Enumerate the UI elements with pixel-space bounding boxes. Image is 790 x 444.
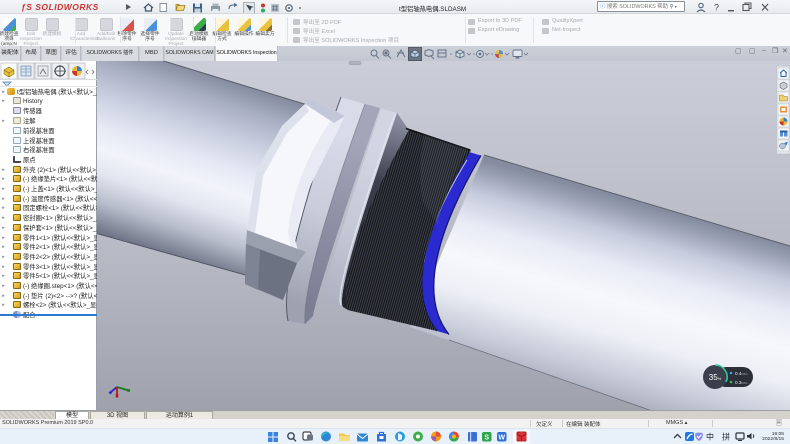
svg-text:W: W: [498, 435, 505, 442]
svg-text:0.3KB/s: 0.3KB/s: [735, 380, 748, 385]
svg-text:?: ?: [714, 3, 719, 13]
svg-text:0.4KB/s: 0.4KB/s: [735, 371, 748, 376]
svg-text:中: 中: [706, 432, 714, 442]
svg-text:拼: 拼: [722, 432, 730, 442]
svg-text:S: S: [484, 435, 489, 442]
